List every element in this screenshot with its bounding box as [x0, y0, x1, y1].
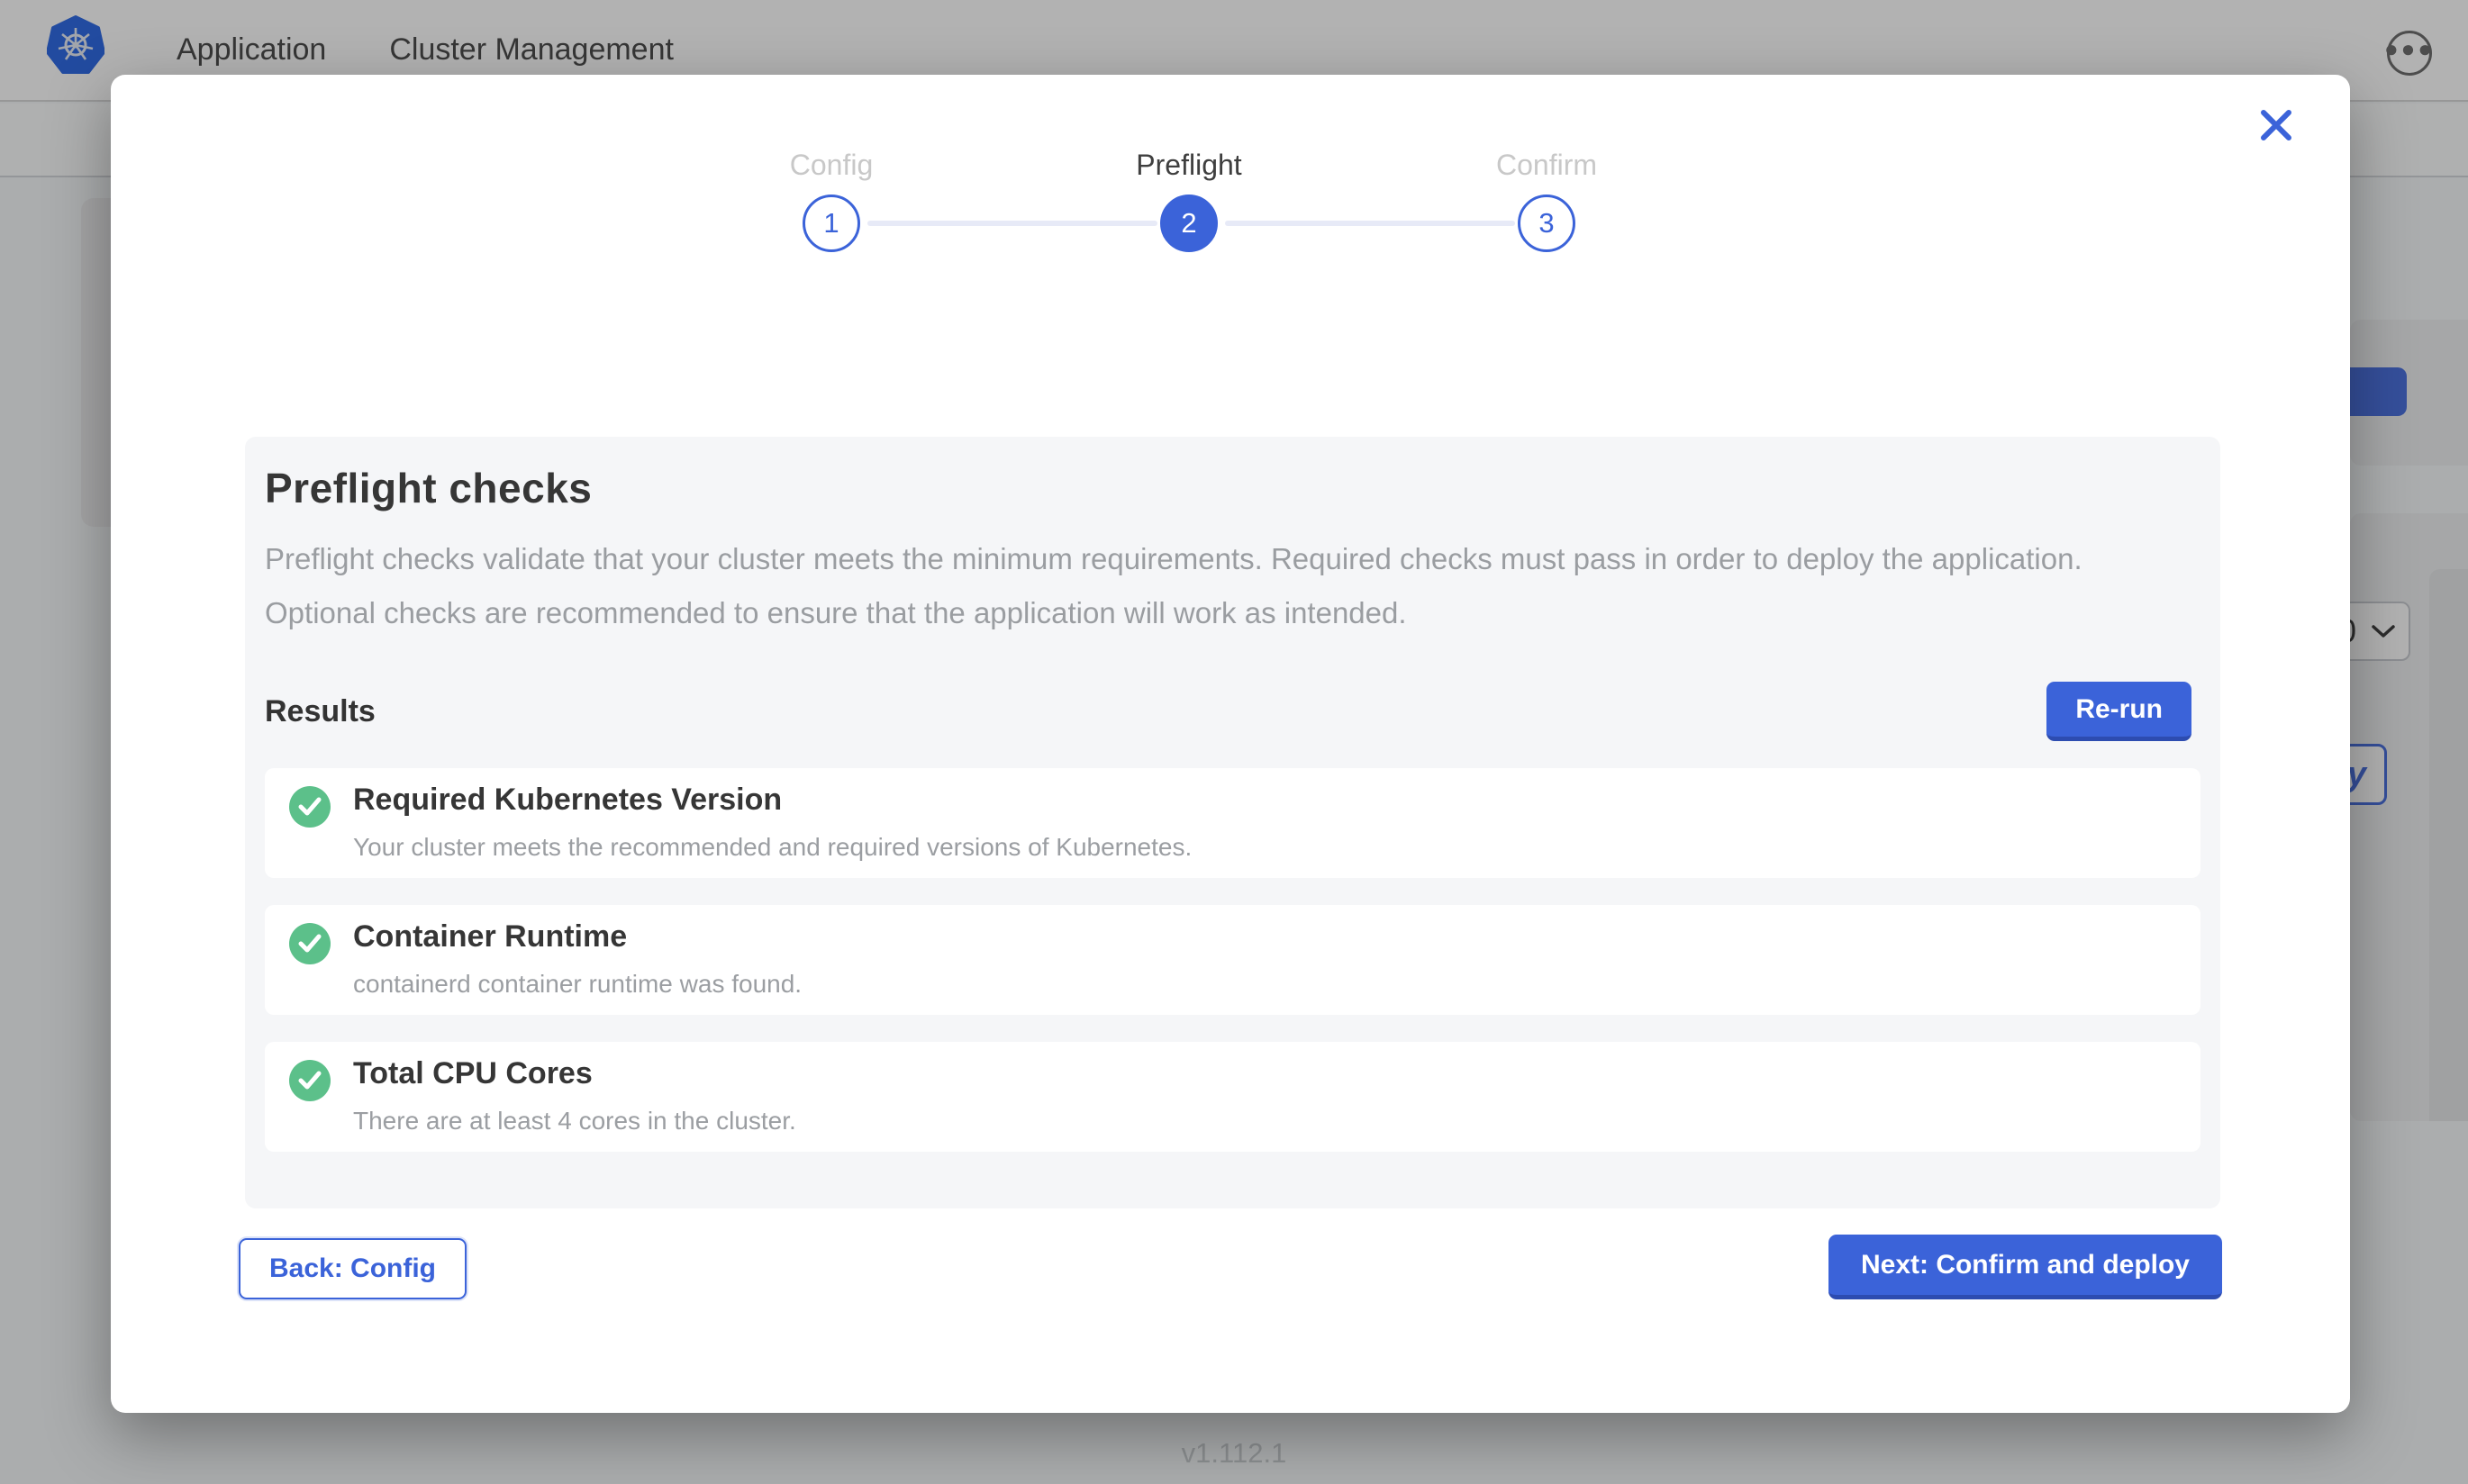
- back-button[interactable]: Back: Config: [239, 1238, 467, 1299]
- rerun-button[interactable]: Re-run: [2046, 682, 2191, 741]
- check-title: Required Kubernetes Version: [353, 783, 1192, 818]
- check-row: Total CPU Cores There are at least 4 cor…: [265, 1042, 2200, 1152]
- step-circle-1[interactable]: 1: [803, 195, 860, 252]
- next-confirm-deploy-button[interactable]: Next: Confirm and deploy: [1828, 1235, 2222, 1299]
- close-icon[interactable]: [2258, 107, 2294, 143]
- preflight-modal: Config Preflight Confirm 1 2 3 Preflight…: [111, 75, 2350, 1413]
- panel-title: Preflight checks: [265, 464, 2200, 512]
- step-connector-1: [867, 221, 1157, 226]
- check-pass-icon: [289, 923, 331, 964]
- step-label-preflight: Preflight: [1054, 149, 1324, 182]
- check-pass-icon: [289, 1060, 331, 1101]
- preflight-panel: Preflight checks Preflight checks valida…: [245, 437, 2220, 1208]
- check-title: Total CPU Cores: [353, 1056, 796, 1091]
- check-description: Your cluster meets the recommended and r…: [353, 833, 1192, 862]
- step-label-config: Config: [696, 149, 966, 182]
- screen: Application Cluster Management ●●● 0 y v…: [0, 0, 2468, 1484]
- check-description: containerd container runtime was found.: [353, 970, 802, 999]
- check-row: Container Runtime containerd container r…: [265, 905, 2200, 1015]
- panel-description: Preflight checks validate that your clus…: [265, 532, 2200, 640]
- step-circle-3[interactable]: 3: [1518, 195, 1575, 252]
- check-description: There are at least 4 cores in the cluste…: [353, 1107, 796, 1136]
- results-heading: Results: [265, 694, 376, 729]
- check-row: Required Kubernetes Version Your cluster…: [265, 768, 2200, 878]
- step-connector-2: [1225, 221, 1515, 226]
- step-circle-2[interactable]: 2: [1160, 195, 1218, 252]
- check-title: Container Runtime: [353, 919, 802, 955]
- step-label-confirm: Confirm: [1411, 149, 1682, 182]
- check-pass-icon: [289, 786, 331, 828]
